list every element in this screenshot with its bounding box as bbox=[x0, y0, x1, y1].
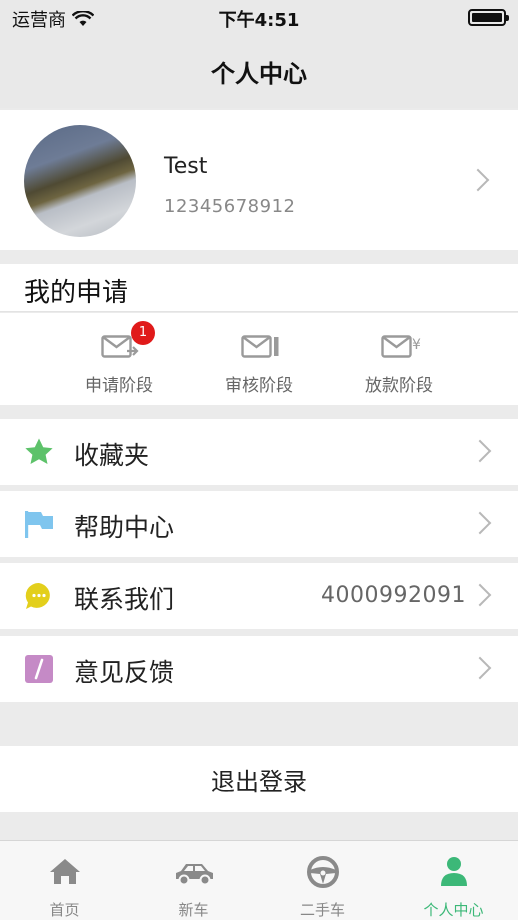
logout-label: 退出登录 bbox=[211, 767, 307, 796]
flag-icon bbox=[25, 511, 53, 538]
chevron-right-icon bbox=[468, 511, 492, 535]
menu-label: 帮助中心 bbox=[74, 513, 175, 542]
menu-item-help-center[interactable]: 帮助中心 bbox=[0, 491, 518, 557]
tab-label: 个人中心 bbox=[423, 901, 484, 919]
menu-label: 收藏夹 bbox=[74, 441, 150, 470]
tab-home[interactable]: 首页 bbox=[0, 841, 129, 920]
my-applications-title: 我的申请 bbox=[24, 278, 129, 308]
notification-badge: 1 bbox=[131, 321, 155, 345]
tab-personal-center[interactable]: 个人中心 bbox=[389, 841, 518, 920]
tab-new-car[interactable]: 新车 bbox=[129, 841, 258, 920]
menu-item-favorites[interactable]: 收藏夹 bbox=[0, 419, 518, 485]
chevron-right-icon bbox=[468, 583, 492, 607]
chevron-right-icon bbox=[468, 656, 492, 680]
svg-text:¥: ¥ bbox=[412, 337, 421, 353]
status-time: 下午4:51 bbox=[218, 10, 300, 31]
profile-card[interactable]: Test 12345678912 bbox=[0, 110, 518, 250]
stage-label: 审核阶段 bbox=[225, 376, 293, 396]
star-icon bbox=[25, 438, 53, 464]
steering-wheel-icon bbox=[307, 856, 339, 888]
chat-bubble-icon bbox=[25, 582, 50, 609]
tab-bar: 首页 新车 二手车 个人中心 bbox=[0, 840, 518, 920]
status-bar: 运营商 下午4:51 bbox=[0, 0, 518, 34]
application-stages: 1 申请阶段 审核阶段 ¥ 放款阶段 bbox=[0, 313, 518, 405]
stage-review[interactable]: 审核阶段 bbox=[199, 313, 319, 405]
mail-yen-icon: ¥ bbox=[381, 335, 421, 358]
profile-phone: 12345678912 bbox=[164, 196, 296, 217]
pencil-icon bbox=[25, 655, 53, 683]
page-title: 个人中心 bbox=[211, 59, 307, 88]
tab-used-car[interactable]: 二手车 bbox=[258, 841, 387, 920]
menu-label: 意见反馈 bbox=[74, 658, 175, 687]
chevron-right-icon bbox=[468, 439, 492, 463]
tab-label: 首页 bbox=[49, 901, 80, 919]
menu-item-contact-us[interactable]: 联系我们 4000992091 bbox=[0, 563, 518, 629]
stage-label: 申请阶段 bbox=[85, 376, 153, 396]
car-icon bbox=[176, 864, 213, 886]
home-icon bbox=[50, 859, 80, 884]
navigation-bar: 个人中心 bbox=[0, 34, 518, 108]
profile-name: Test bbox=[164, 154, 208, 179]
menu-label: 联系我们 bbox=[74, 585, 175, 614]
avatar[interactable] bbox=[24, 125, 136, 237]
chevron-right-icon bbox=[466, 168, 490, 192]
tab-label: 二手车 bbox=[299, 901, 345, 919]
menu-item-feedback[interactable]: 意见反馈 bbox=[0, 636, 518, 702]
contact-phone-number[interactable]: 4000992091 bbox=[321, 583, 466, 608]
stage-label: 放款阶段 bbox=[365, 376, 433, 396]
stage-disbursement[interactable]: ¥ 放款阶段 bbox=[339, 313, 459, 405]
tab-label: 新车 bbox=[178, 901, 209, 919]
stage-apply[interactable]: 1 申请阶段 bbox=[59, 313, 179, 405]
mail-edit-icon bbox=[241, 335, 279, 358]
logout-button[interactable]: 退出登录 bbox=[0, 746, 518, 812]
battery-icon bbox=[468, 9, 509, 26]
my-applications-header: 我的申请 bbox=[0, 264, 518, 312]
person-icon bbox=[441, 857, 467, 886]
